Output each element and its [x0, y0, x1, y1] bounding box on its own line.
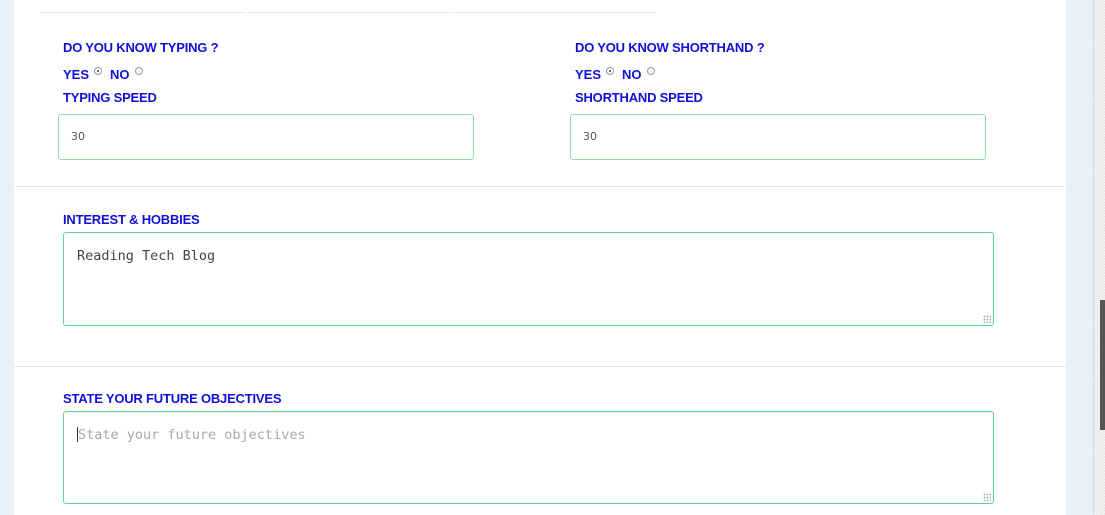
shorthand-question-label: DO YOU KNOW SHORTHAND ?	[575, 40, 765, 55]
typing-no-label: NO	[110, 67, 130, 82]
typing-radio-group: YES NO	[63, 66, 151, 82]
objectives-placeholder: State your future objectives	[78, 427, 306, 443]
scrollbar-thumb[interactable]	[1100, 300, 1105, 430]
page-scrollbar[interactable]	[1093, 0, 1105, 515]
typing-yes-radio[interactable]	[94, 66, 103, 75]
section-divider	[14, 366, 1066, 367]
typing-no-radio[interactable]	[134, 66, 143, 75]
typing-speed-input[interactable]: 30	[58, 114, 474, 160]
typing-speed-label: TYPING SPEED	[63, 90, 157, 105]
shorthand-radio-group: YES NO	[575, 66, 663, 82]
typing-yes-label: YES	[63, 67, 90, 82]
resize-handle[interactable]	[983, 315, 991, 323]
shorthand-speed-label: SHORTHAND SPEED	[575, 90, 703, 105]
objectives-label: STATE YOUR FUTURE OBJECTIVES	[63, 391, 282, 406]
shorthand-no-radio[interactable]	[646, 66, 655, 75]
typing-question-label: DO YOU KNOW TYPING ?	[63, 40, 219, 55]
objectives-textarea[interactable]: State your future objectives	[63, 411, 994, 504]
section-divider	[14, 186, 1066, 187]
hobbies-textarea[interactable]: Reading Tech Blog	[63, 232, 994, 326]
resize-handle[interactable]	[983, 493, 991, 501]
hobbies-text: Reading Tech Blog	[77, 248, 216, 264]
shorthand-yes-label: YES	[575, 67, 602, 82]
shorthand-speed-input[interactable]: 30	[570, 114, 986, 160]
hobbies-label: INTEREST & HOBBIES	[63, 212, 200, 227]
shorthand-yes-radio[interactable]	[606, 66, 615, 75]
shorthand-no-label: NO	[622, 67, 642, 82]
